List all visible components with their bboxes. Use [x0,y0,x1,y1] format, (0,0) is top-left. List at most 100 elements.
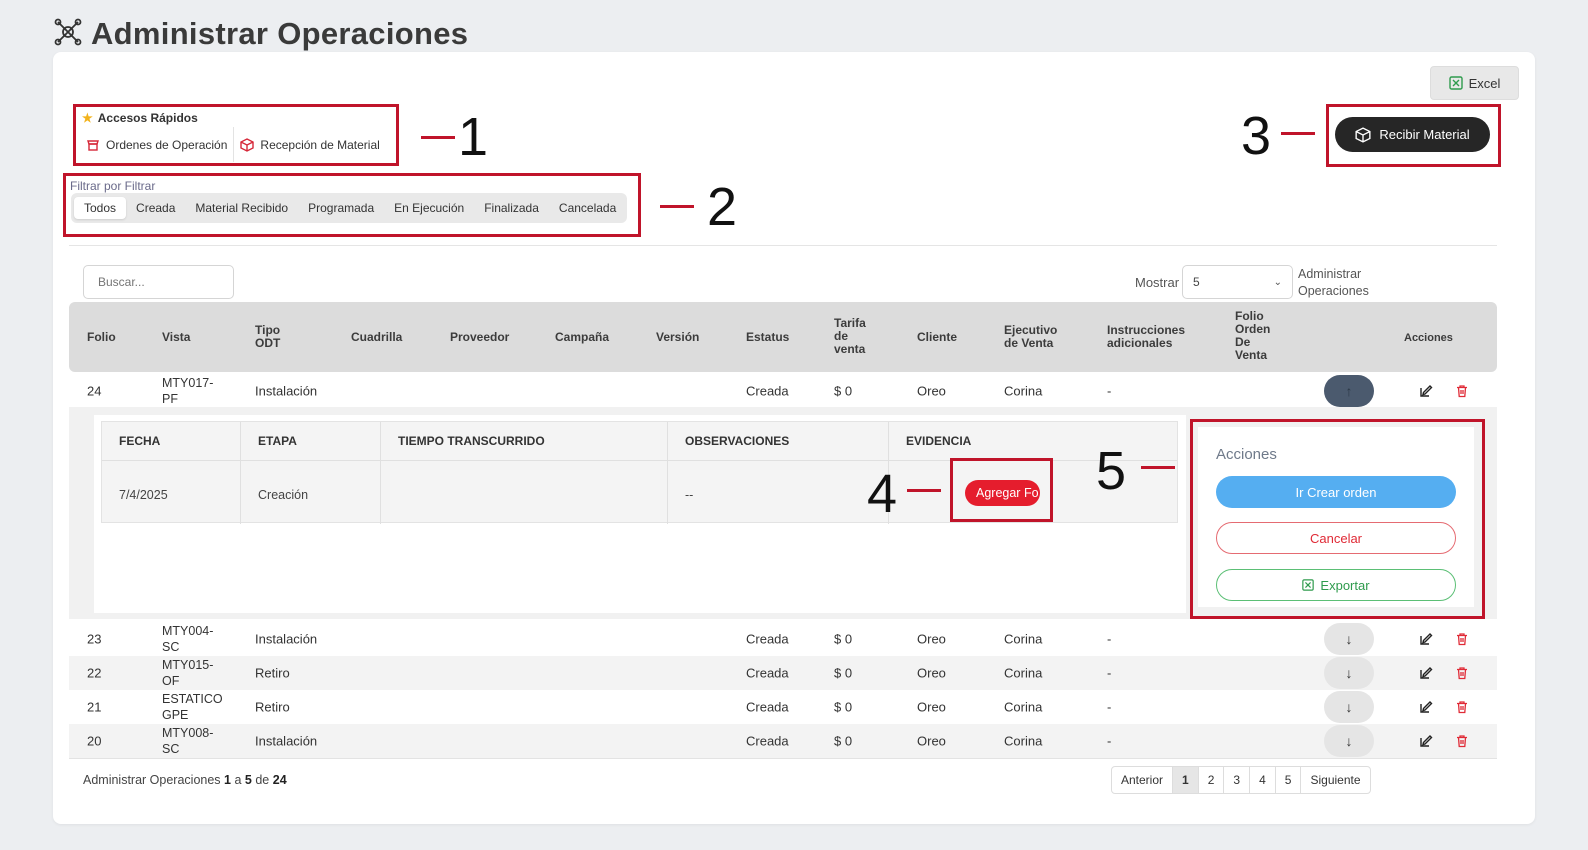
cell-estatus: Creada [746,699,789,715]
show-select[interactable]: 5 ⌄ [1182,265,1293,299]
filter-en-ejecucion[interactable]: En Ejecución [384,197,474,219]
cell-tipo: Instalación [255,733,318,749]
pagination-page-5[interactable]: 5 [1274,767,1301,793]
quick-access-title-text: Accesos Rápidos [97,111,198,125]
pagination-page-3[interactable]: 3 [1223,767,1249,793]
cell-instrucciones: - [1107,665,1112,681]
table-row: 21 ESTATICO GPE Retiro Creada $ 0 Oreo C… [69,690,1497,724]
history-observaciones: -- [685,488,694,502]
cell-vista-line1: ESTATICO [162,692,223,706]
quick-link-ordenes[interactable]: Ordenes de Operación [80,127,233,162]
star-icon: ★ [82,111,93,125]
edit-icon[interactable] [1419,666,1433,680]
crear-orden-button[interactable]: Ir Crear orden [1216,476,1456,508]
cell-tarifa: $ 0 [834,665,853,681]
chevron-down-icon: ⌄ [1273,276,1282,288]
col-campana: Campaña [555,330,610,344]
col-cliente: Cliente [917,330,958,344]
cell-folio: 23 [87,631,102,647]
show-suffix-line2: Operaciones [1298,284,1369,298]
expand-row-button[interactable]: ↓ [1324,657,1374,689]
arrow-down-icon: ↓ [1345,631,1353,647]
history-col-etapa: ETAPA [258,434,297,448]
col-instrucciones: Instrucciones adicionales [1107,324,1185,350]
exportar-button[interactable]: Exportar [1216,569,1456,601]
summary-a: a [234,773,242,787]
pagination-page-1[interactable]: 1 [1172,767,1198,793]
cell-instrucciones: - [1107,733,1112,749]
expand-row-button[interactable]: ↓ [1324,623,1374,655]
edit-icon[interactable] [1419,700,1433,714]
excel-label: Excel [1468,75,1501,91]
cell-ejecutivo: Corina [1004,733,1043,749]
recibir-material-button[interactable]: Recibir Material [1335,117,1490,152]
cell-ejecutivo: Corina [1004,631,1043,647]
quick-link-recepcion-label: Recepción de Material [260,137,380,152]
operations-icon [53,17,83,52]
pagination-page-4[interactable]: 4 [1249,767,1275,793]
callout-5-number: 5 [1096,441,1127,501]
filter-finalizada[interactable]: Finalizada [474,197,549,219]
agregar-foto-button[interactable]: Agregar Fo [965,480,1040,506]
cell-cliente: Oreo [917,631,946,647]
cell-tarifa: $ 0 [834,631,853,647]
edit-icon[interactable] [1419,632,1433,646]
pagination-next[interactable]: Siguiente [1300,767,1369,793]
filter-material-recibido[interactable]: Material Recibido [185,197,298,219]
trash-icon[interactable] [1455,384,1469,398]
cell-vista: MTY008- SC [162,725,213,757]
edit-icon[interactable] [1419,734,1433,748]
cell-tipo: Retiro [255,665,290,681]
arrow-down-icon: ↓ [1345,665,1353,681]
show-select-value: 5 [1193,275,1200,289]
callout-2-number: 2 [707,177,738,237]
cell-folio: 21 [87,699,102,715]
cell-vista: MTY017- PF [162,375,213,407]
summary-to: 5 [244,773,252,787]
excel-button[interactable]: Excel [1430,66,1519,100]
edit-icon[interactable] [1419,384,1433,398]
callout-3-dash [1281,132,1315,135]
cell-tipo: Retiro [255,699,290,715]
quick-link-recepcion[interactable]: Recepción de Material [233,127,385,162]
trash-icon[interactable] [1455,632,1469,646]
callout-1-dash [421,136,455,139]
filter-programada[interactable]: Programada [298,197,384,219]
exportar-label: Exportar [1320,577,1370,593]
cell-ejecutivo: Corina [1004,665,1043,681]
expand-row-button[interactable]: ↓ [1324,725,1374,757]
search-input[interactable] [83,265,234,299]
cancelar-button[interactable]: Cancelar [1216,522,1456,554]
cell-estatus: Creada [746,383,789,399]
filter-label: Filtrar por Filtrar [70,179,156,193]
filter-cancelada[interactable]: Cancelada [549,197,626,219]
store-icon [87,139,99,151]
summary-de: de [255,773,270,787]
pagination-page-2[interactable]: 2 [1197,767,1224,793]
col-tipo: Tipo ODT [255,324,280,350]
summary-prefix: Administrar Operaciones [83,773,221,787]
filter-creada[interactable]: Creada [126,197,185,219]
collapse-row-button[interactable]: ↑ [1324,375,1374,407]
arrow-down-icon: ↓ [1345,733,1353,749]
quick-link-ordenes-label: Ordenes de Operación [106,137,228,152]
pagination-prev[interactable]: Anterior [1112,767,1172,793]
col-folio: Folio [87,330,116,344]
trash-icon[interactable] [1455,700,1469,714]
filter-todos[interactable]: Todos [74,197,127,219]
cell-vista-line1: MTY015- [162,658,214,672]
arrow-down-icon: ↓ [1345,699,1353,715]
history-etapa: Creación [258,488,309,502]
page-title: Administrar Operaciones [91,16,469,51]
table-row: 23 MTY004- SC Instalación Creada $ 0 Ore… [69,622,1497,656]
cell-tarifa: $ 0 [834,383,853,399]
history-col-observaciones: OBSERVACIONES [685,434,790,448]
cell-estatus: Creada [746,665,789,681]
trash-icon[interactable] [1455,734,1469,748]
expand-row-button[interactable]: ↓ [1324,691,1374,723]
filter-segmented-control: Todos Creada Material Recibido Programad… [71,193,627,223]
trash-icon[interactable] [1455,666,1469,680]
history-fecha: 7/4/2025 [119,488,168,502]
table-header: Folio Vista Tipo ODT Cuadrilla Proveedor… [69,302,1497,372]
col-ejecutivo-line2: de Venta [1004,336,1054,350]
